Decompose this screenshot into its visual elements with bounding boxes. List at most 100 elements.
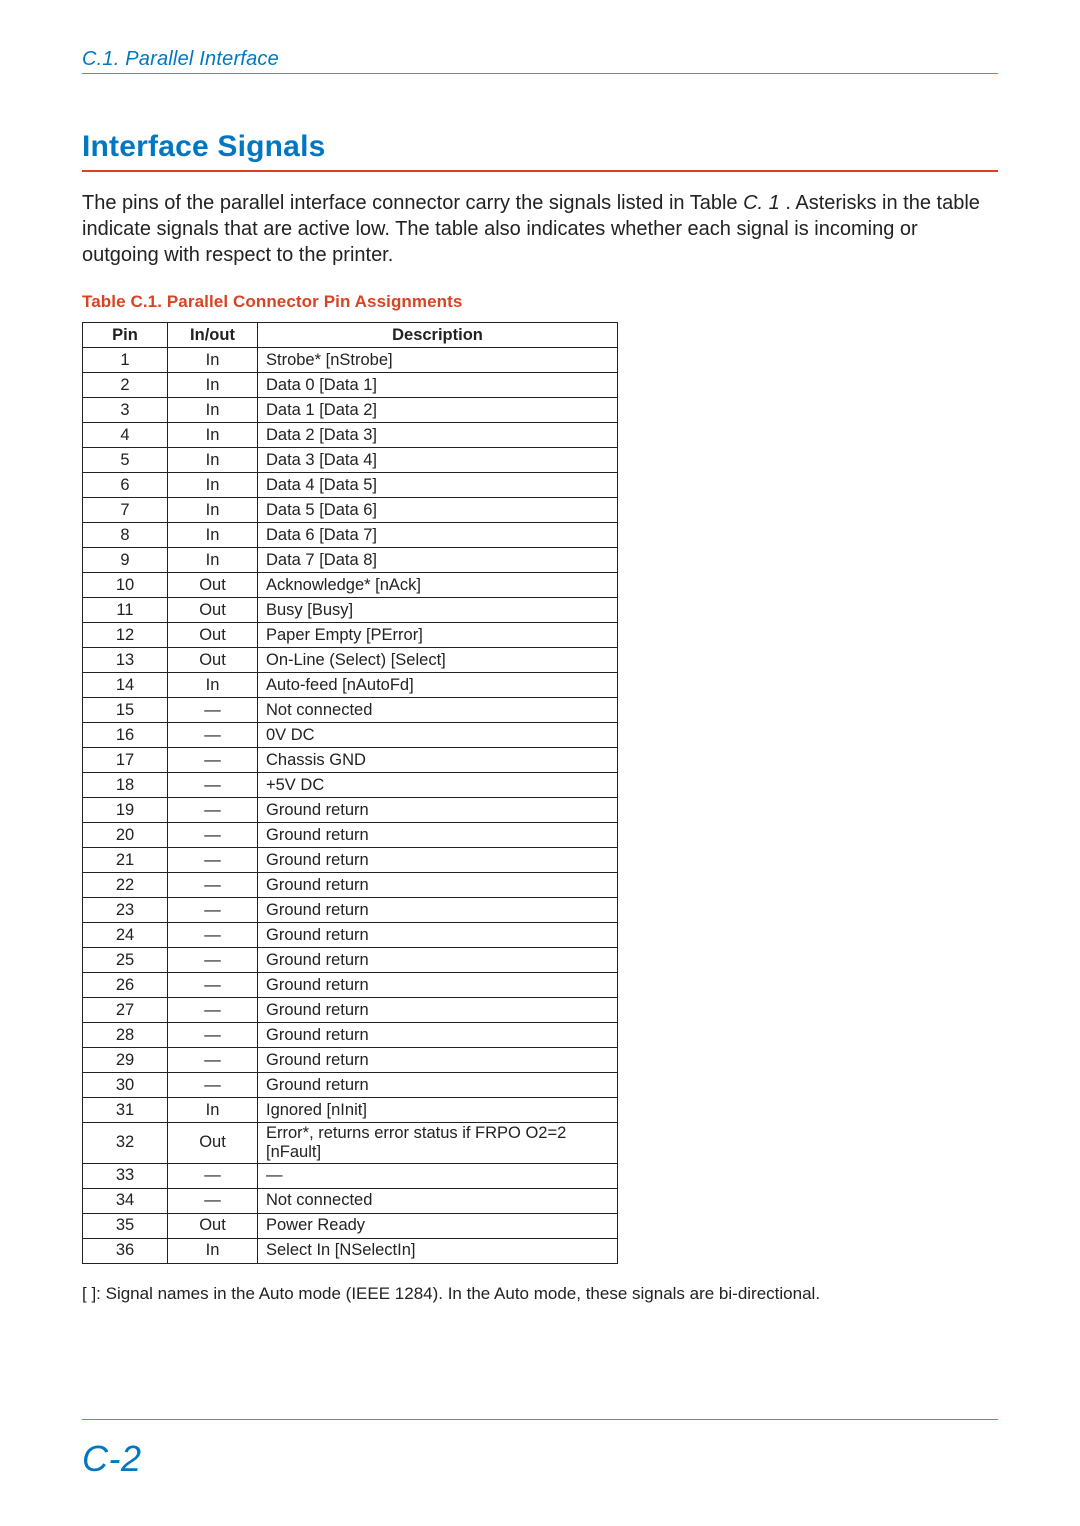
cell-pin: 27 [83, 998, 168, 1023]
table-row: 26—Ground return [83, 973, 618, 998]
cell-pin: 35 [83, 1213, 168, 1238]
cell-description: Error*, returns error status if FRPO O2=… [258, 1123, 618, 1164]
table-row: 5InData 3 [Data 4] [83, 448, 618, 473]
cell-inout: In [168, 548, 258, 573]
intro-paragraph: The pins of the parallel interface conne… [82, 190, 998, 268]
cell-description: Ground return [258, 1023, 618, 1048]
cell-description: Ground return [258, 898, 618, 923]
table-row: 14InAuto-feed [nAutoFd] [83, 673, 618, 698]
cell-inout: — [168, 1023, 258, 1048]
page: C.1. Parallel Interface Interface Signal… [0, 0, 1080, 1526]
cell-pin: 11 [83, 598, 168, 623]
table-row: 19—Ground return [83, 798, 618, 823]
table-row: 6InData 4 [Data 5] [83, 473, 618, 498]
cell-description: Not connected [258, 698, 618, 723]
table-row: 11OutBusy [Busy] [83, 598, 618, 623]
cell-pin: 29 [83, 1048, 168, 1073]
cell-description: Ground return [258, 1073, 618, 1098]
cell-inout: — [168, 948, 258, 973]
cell-inout: In [168, 498, 258, 523]
cell-pin: 17 [83, 748, 168, 773]
table-row: 4InData 2 [Data 3] [83, 423, 618, 448]
running-head: C.1. Parallel Interface [82, 48, 998, 74]
cell-description: Strobe* [nStrobe] [258, 348, 618, 373]
cell-pin: 26 [83, 973, 168, 998]
cell-inout: — [168, 1188, 258, 1213]
cell-pin: 1 [83, 348, 168, 373]
cell-pin: 19 [83, 798, 168, 823]
cell-pin: 13 [83, 648, 168, 673]
cell-inout: — [168, 973, 258, 998]
table-row: 21—Ground return [83, 848, 618, 873]
table-row: 36InSelect In [NSelectIn] [83, 1238, 618, 1263]
cell-description: Data 4 [Data 5] [258, 473, 618, 498]
table-row: 28—Ground return [83, 1023, 618, 1048]
cell-pin: 4 [83, 423, 168, 448]
table-row: 18—+5V DC [83, 773, 618, 798]
cell-pin: 7 [83, 498, 168, 523]
cell-description: Data 6 [Data 7] [258, 523, 618, 548]
cell-description: Data 7 [Data 8] [258, 548, 618, 573]
cell-inout: In [168, 1238, 258, 1263]
cell-pin: 10 [83, 573, 168, 598]
pin-assignments-table: Pin In/out Description 1InStrobe* [nStro… [82, 322, 618, 1264]
table-row: 20—Ground return [83, 823, 618, 848]
cell-pin: 20 [83, 823, 168, 848]
cell-inout: — [168, 1048, 258, 1073]
cell-inout: Out [168, 623, 258, 648]
cell-inout: Out [168, 1123, 258, 1164]
cell-description: Data 1 [Data 2] [258, 398, 618, 423]
table-row: 7InData 5 [Data 6] [83, 498, 618, 523]
cell-inout: — [168, 698, 258, 723]
cell-description: Ground return [258, 923, 618, 948]
cell-description: Ground return [258, 1048, 618, 1073]
section-title: Interface Signals [82, 130, 998, 172]
table-row: 15—Not connected [83, 698, 618, 723]
col-header-pin: Pin [83, 323, 168, 348]
cell-pin: 21 [83, 848, 168, 873]
cell-inout: — [168, 1073, 258, 1098]
table-row: 27—Ground return [83, 998, 618, 1023]
cell-description: Ignored [nInit] [258, 1098, 618, 1123]
cell-description: Auto-feed [nAutoFd] [258, 673, 618, 698]
cell-inout: — [168, 723, 258, 748]
cell-pin: 16 [83, 723, 168, 748]
cell-inout: Out [168, 648, 258, 673]
cell-pin: 24 [83, 923, 168, 948]
cell-description: Acknowledge* [nAck] [258, 573, 618, 598]
table-row: 10OutAcknowledge* [nAck] [83, 573, 618, 598]
cell-pin: 9 [83, 548, 168, 573]
cell-inout: In [168, 373, 258, 398]
cell-pin: 33 [83, 1163, 168, 1188]
cell-description: Ground return [258, 823, 618, 848]
cell-description: Power Ready [258, 1213, 618, 1238]
table-row: 8InData 6 [Data 7] [83, 523, 618, 548]
cell-description: Select In [NSelectIn] [258, 1238, 618, 1263]
cell-pin: 32 [83, 1123, 168, 1164]
table-row: 9InData 7 [Data 8] [83, 548, 618, 573]
table-row: 22—Ground return [83, 873, 618, 898]
table-row: 25—Ground return [83, 948, 618, 973]
table-row: 13OutOn-Line (Select) [Select] [83, 648, 618, 673]
cell-inout: — [168, 823, 258, 848]
cell-inout: — [168, 873, 258, 898]
table-row: 3InData 1 [Data 2] [83, 398, 618, 423]
cell-description: Data 3 [Data 4] [258, 448, 618, 473]
cell-inout: Out [168, 598, 258, 623]
cell-description: — [258, 1163, 618, 1188]
table-row: 35OutPower Ready [83, 1213, 618, 1238]
cell-pin: 23 [83, 898, 168, 923]
cell-pin: 2 [83, 373, 168, 398]
cell-description: Ground return [258, 998, 618, 1023]
cell-inout: Out [168, 1213, 258, 1238]
cell-description: Data 2 [Data 3] [258, 423, 618, 448]
cell-inout: — [168, 848, 258, 873]
table-row: 12OutPaper Empty [PError] [83, 623, 618, 648]
footer-rule [82, 1419, 998, 1420]
cell-pin: 15 [83, 698, 168, 723]
table-row: 23—Ground return [83, 898, 618, 923]
table-row: 32OutError*, returns error status if FRP… [83, 1123, 618, 1164]
cell-inout: In [168, 523, 258, 548]
cell-pin: 30 [83, 1073, 168, 1098]
intro-text-pre: The pins of the parallel interface conne… [82, 192, 743, 214]
